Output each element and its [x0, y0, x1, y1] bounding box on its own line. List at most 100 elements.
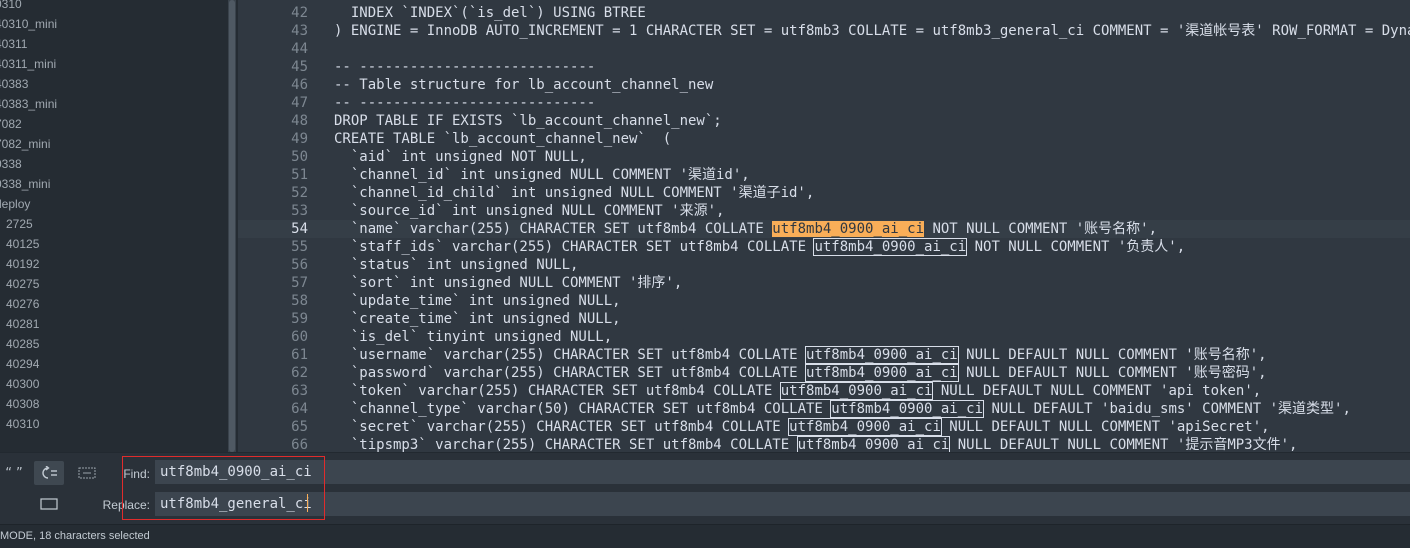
sidebar-item[interactable]: 40294 — [6, 354, 39, 374]
code-line: 64 `channel_type` varchar(50) CHARACTER … — [238, 400, 1410, 418]
line-number: 58 — [291, 293, 308, 309]
code-line: 61 `username` varchar(255) CHARACTER SET… — [238, 346, 1410, 364]
sidebar-item[interactable]: 40310 — [6, 414, 39, 434]
line-text: -- Table structure for lb_account_channe… — [334, 76, 713, 94]
line-text: -- ---------------------------- — [334, 94, 595, 112]
sidebar-item[interactable]: 40310_mini — [0, 14, 57, 34]
line-number: 56 — [291, 257, 308, 273]
code-segment: `token` varchar(255) CHARACTER SET utf8m… — [334, 383, 781, 399]
sidebar-item[interactable]: 40311 — [0, 34, 27, 54]
line-number: 55 — [291, 239, 308, 255]
code-segment: `update_time` int unsigned NULL, — [334, 293, 621, 309]
line-text: INDEX `INDEX`(`is_del`) USING BTREE — [334, 4, 646, 22]
code-segment: -- ---------------------------- — [334, 59, 596, 75]
code-segment: NOT NULL COMMENT '负责人', — [966, 239, 1186, 255]
status-text: MODE, 18 characters selected — [0, 530, 150, 542]
sidebar-item[interactable]: 40300 — [6, 374, 39, 394]
code-line: 65 `secret` varchar(255) CHARACTER SET u… — [238, 418, 1410, 436]
code-segment: NULL DEFAULT NULL COMMENT '提示音MP3文件', — [949, 437, 1298, 452]
sidebar-scrollbar-thumb[interactable] — [229, 0, 235, 452]
sidebar-item[interactable]: 40192 — [6, 254, 39, 274]
search-match: utf8mb4_0900_ai_ci — [772, 221, 925, 237]
search-match: utf8mb4_0900_ai_ci — [805, 364, 959, 382]
code-segment: ) ENGINE = InnoDB AUTO_INCREMENT = 1 CHA… — [334, 23, 1410, 39]
code-line: 52 `channel_id_child` int unsigned NULL … — [238, 184, 1410, 202]
code-line: 43) ENGINE = InnoDB AUTO_INCREMENT = 1 C… — [238, 22, 1410, 40]
code-line: 51 `channel_id` int unsigned NULL COMMEN… — [238, 166, 1410, 184]
code-line: 59 `create_time` int unsigned NULL, — [238, 310, 1410, 328]
code-segment: INDEX `INDEX`(`is_del`) USING BTREE — [334, 5, 646, 21]
code-editor[interactable]: 42 INDEX `INDEX`(`is_del`) USING BTREE 43… — [238, 0, 1410, 452]
line-number: 63 — [291, 383, 308, 399]
line-text: DROP TABLE IF EXISTS `lb_account_channel… — [334, 112, 722, 130]
sidebar-item[interactable]: 0310 — [0, 0, 22, 14]
search-match: utf8mb4_0900_ai_ci — [788, 418, 942, 436]
sidebar-item[interactable]: 40275 — [6, 274, 39, 294]
line-text: `channel_id_child` int unsigned NULL COM… — [334, 184, 814, 202]
sidebar-item[interactable]: 40125 — [6, 234, 39, 254]
line-text: ) ENGINE = InnoDB AUTO_INCREMENT = 1 CHA… — [334, 22, 1410, 40]
sidebar-item[interactable]: 40285 — [6, 334, 39, 354]
code-segment: NOT NULL COMMENT '账号名称', — [924, 221, 1158, 237]
line-text: `password` varchar(255) CHARACTER SET ut… — [334, 364, 1267, 382]
code-line: 50 `aid` int unsigned NOT NULL, — [238, 148, 1410, 166]
sidebar-item[interactable]: 40281 — [6, 314, 39, 334]
sidebar-item[interactable]: 2725 — [6, 214, 33, 234]
code-segment: `channel_id` int unsigned NULL COMMENT '… — [334, 167, 750, 183]
line-text: `status` int unsigned NULL, — [334, 256, 579, 274]
find-input[interactable]: utf8mb4_0900_ai_ci — [155, 460, 1410, 484]
sidebar-item[interactable]: 40308 — [6, 394, 39, 414]
code-line: 46 -- Table structure for lb_account_chan… — [238, 76, 1410, 94]
code-segment: NULL DEFAULT NULL COMMENT '账号密码', — [957, 365, 1267, 381]
preserve-case-toggle[interactable]: “ ” — [2, 462, 26, 486]
file-sidebar: 031040310_mini4031140311_mini4038340383_… — [0, 0, 238, 452]
line-number: 49 — [291, 131, 308, 147]
code-segment: `name` varchar(255) CHARACTER SET utf8mb… — [334, 221, 773, 237]
code-segment: `sort` int unsigned NULL COMMENT '排序', — [334, 275, 683, 291]
code-line: 42 INDEX `INDEX`(`is_del`) USING BTREE — [238, 4, 1410, 22]
code-segment: `tipsmp3` varchar(255) CHARACTER SET utf… — [334, 437, 798, 452]
sidebar-item[interactable]: 40383_mini — [0, 94, 57, 114]
search-match: utf8mb4_0900_ai_ci — [779, 382, 934, 400]
sidebar-item[interactable]: 40276 — [6, 294, 39, 314]
selection-icon — [78, 467, 96, 478]
line-text: `update_time` int unsigned NULL, — [334, 292, 621, 310]
line-number: 62 — [291, 365, 308, 381]
code-segment: -- ---------------------------- — [334, 95, 596, 111]
line-number: 51 — [291, 167, 308, 183]
line-number: 57 — [291, 275, 308, 291]
sidebar-item[interactable]: deploy — [0, 194, 30, 214]
highlight-matches-toggle[interactable] — [34, 492, 64, 516]
line-text: `staff_ids` varchar(255) CHARACTER SET u… — [334, 238, 1185, 256]
code-segment: `channel_id_child` int unsigned NULL COM… — [334, 185, 815, 201]
line-text: CREATE TABLE `lb_account_channel_new` ( — [334, 130, 671, 148]
sidebar-item[interactable]: 0338_mini — [0, 174, 50, 194]
in-selection-toggle[interactable] — [72, 461, 102, 485]
code-line: 47 -- ---------------------------- — [238, 94, 1410, 112]
line-number: 50 — [291, 149, 308, 165]
sidebar-item[interactable]: 0338 — [0, 154, 22, 174]
line-text: `source_id` int unsigned NULL COMMENT '来… — [334, 202, 725, 220]
line-number: 66 — [291, 437, 308, 452]
sidebar-item[interactable]: 40383 — [0, 74, 28, 94]
search-match: utf8mb4_0900_ai_ci — [805, 346, 959, 364]
code-line: 62 `password` varchar(255) CHARACTER SET… — [238, 364, 1410, 382]
sidebar-item[interactable]: 7082 — [0, 114, 22, 134]
code-line: 66 `tipsmp3` varchar(255) CHARACTER SET … — [238, 436, 1410, 452]
code-segment: `create_time` int unsigned NULL, — [334, 311, 621, 327]
line-text: `channel_type` varchar(50) CHARACTER SET… — [334, 400, 1351, 418]
code-line: 53 `source_id` int unsigned NULL COMMENT… — [238, 202, 1410, 220]
line-text: `tipsmp3` varchar(255) CHARACTER SET utf… — [334, 436, 1297, 452]
code-line: 48 DROP TABLE IF EXISTS `lb_account_chann… — [238, 112, 1410, 130]
rectangle-icon — [40, 497, 58, 510]
code-segment: NULL DEFAULT NULL COMMENT 'api token', — [932, 383, 1262, 399]
wrap-toggle[interactable] — [34, 461, 64, 485]
replace-input[interactable]: utf8mb4_general_ci — [155, 492, 1410, 516]
code-segment: `is_del` tinyint unsigned NULL, — [334, 329, 613, 345]
code-segment: `source_id` int unsigned NULL COMMENT '来… — [334, 203, 725, 219]
sidebar-item[interactable]: 40311_mini — [0, 54, 56, 74]
search-match: utf8mb4_0900_ai_ci — [830, 400, 985, 418]
sidebar-item[interactable]: 7082_mini — [0, 134, 50, 154]
code-line: 63 `token` varchar(255) CHARACTER SET ut… — [238, 382, 1410, 400]
line-text: `token` varchar(255) CHARACTER SET utf8m… — [334, 382, 1261, 400]
